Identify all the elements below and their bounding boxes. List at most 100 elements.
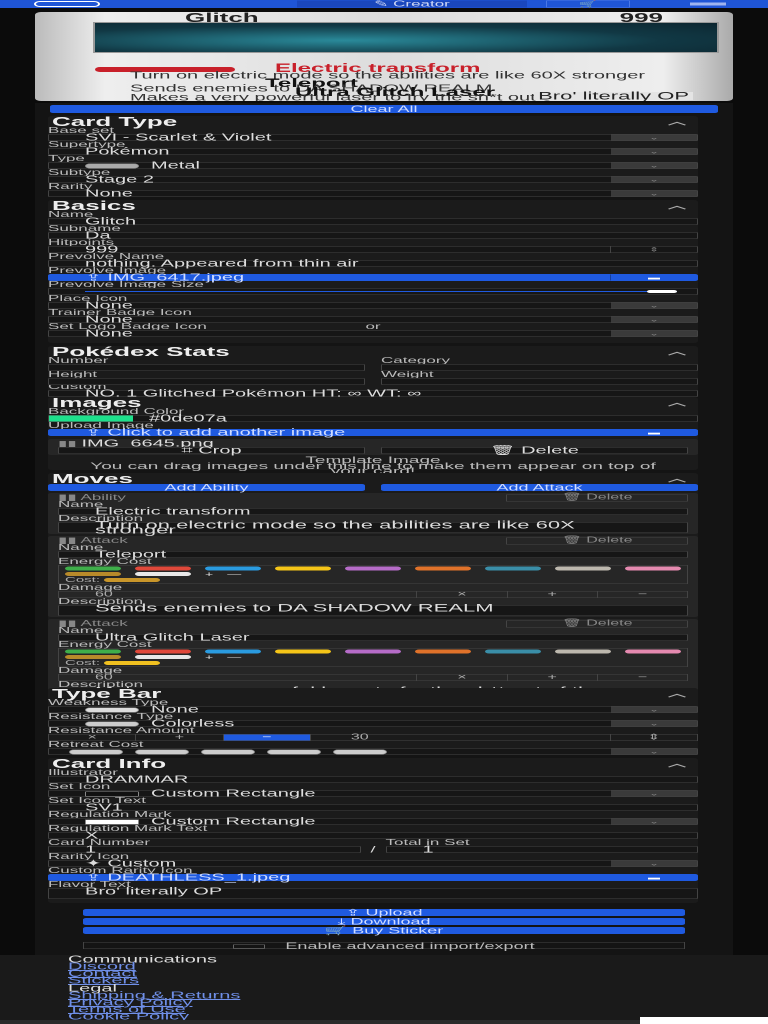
type-select[interactable]: Metal ⌄ xyxy=(48,161,698,171)
supertype-select[interactable]: Pokémon ⌄ xyxy=(48,147,698,157)
base-set-select[interactable]: SVI - Scarlet & Violet ⌄ xyxy=(48,133,698,143)
prevolve-size-slider[interactable] xyxy=(48,288,698,295)
upload-button[interactable]: ⇪ Upload xyxy=(83,908,685,917)
chevron-up-icon[interactable]: ︿ xyxy=(668,201,686,210)
chev[interactable]: ︿ xyxy=(668,689,686,698)
energy-icon[interactable] xyxy=(135,566,191,571)
chev[interactable]: ︿ xyxy=(668,398,686,407)
resistance-amount[interactable]: × + − 30 ⇕ xyxy=(48,733,698,741)
energy-icon[interactable] xyxy=(485,649,541,654)
energy-icon[interactable] xyxy=(555,649,611,654)
chevron-up-icon[interactable]: ︿ xyxy=(668,117,686,126)
drag-handle-icon[interactable]: ▮▮ xyxy=(58,493,81,503)
advanced-toggle[interactable]: Enable advanced import/export xyxy=(83,942,685,951)
energy-icon[interactable] xyxy=(415,566,471,571)
upload-image-button[interactable]: ⇪ Click to add another image ▬ xyxy=(48,428,698,438)
prevolve-image-upload[interactable]: ⇪ IMG_6417.jpeg ▬ xyxy=(48,273,698,283)
move-name-input[interactable]: Ultra Glitch Laser xyxy=(58,633,688,643)
regulation-mark-select[interactable]: Custom Rectangle ⌄ xyxy=(48,817,698,827)
type-bar-amount-ops-2[interactable]: − xyxy=(222,733,310,741)
move-description-input[interactable]: Turn on electric mode so the abilities a… xyxy=(58,519,688,535)
delete-move-button[interactable]: 🗑 Delete xyxy=(506,493,688,502)
cost-energy-icon[interactable] xyxy=(104,578,161,582)
footer-link[interactable]: Cookie Policy xyxy=(68,1012,240,1022)
delete-image-button[interactable]: 🗑 Delete xyxy=(381,446,688,456)
custom-rarity-upload[interactable]: ⇪ DEATHLESS_1.jpeg ▬ xyxy=(48,873,698,883)
category-input[interactable] xyxy=(381,364,698,371)
resistance-select[interactable]: Colorless ⌄ xyxy=(48,719,698,729)
privacy-badge[interactable] xyxy=(640,1017,768,1024)
set-badge-select[interactable]: None ⌄ xyxy=(48,329,698,339)
chev[interactable]: ︿ xyxy=(668,759,686,768)
total-in-set-input[interactable]: 1 xyxy=(385,845,699,855)
weakness-select[interactable]: None ⌄ xyxy=(48,705,698,715)
energy-icon[interactable] xyxy=(415,649,471,654)
move-description-input[interactable]: Sends enemies to DA SHADOW REALM xyxy=(58,602,688,616)
download-button[interactable]: ⤓ Download xyxy=(83,917,685,926)
add-energy-icon[interactable]: + xyxy=(205,571,213,578)
moves-dmg-ops-1[interactable]: + xyxy=(506,673,597,681)
energy-icon[interactable] xyxy=(345,566,401,571)
trainer-badge-select[interactable]: None ⌄ xyxy=(48,315,698,325)
energy-icon[interactable] xyxy=(135,572,191,576)
energy-icon[interactable] xyxy=(625,566,681,571)
weight-input[interactable] xyxy=(381,378,698,385)
energy-icon[interactable] xyxy=(345,649,401,654)
move-name-input[interactable]: Teleport xyxy=(58,550,688,560)
damage-input[interactable]: 60 × + − xyxy=(58,673,688,681)
chev[interactable]: ︿ xyxy=(668,347,686,356)
add-energy-icon[interactable]: + xyxy=(205,654,213,661)
moves-dmg-ops-2[interactable]: − xyxy=(596,590,687,598)
subname-input[interactable]: Da xyxy=(48,231,698,241)
delete-move-button[interactable]: 🗑 Delete xyxy=(506,619,688,628)
set-icon-text-input[interactable]: SV1 xyxy=(48,803,698,813)
illustrator-input[interactable]: DRAMMAR xyxy=(48,775,698,785)
type-bar-amount-ops-1[interactable]: + xyxy=(135,733,222,741)
moves-dmg-ops-1[interactable]: + xyxy=(506,590,597,598)
add-attack-button[interactable]: Add Attack xyxy=(381,483,698,492)
flavor-text-input[interactable]: Bro' literally OP xyxy=(48,887,698,899)
number-input[interactable] xyxy=(48,364,365,371)
moves-dmg-ops-2[interactable]: − xyxy=(596,673,687,681)
name-input[interactable]: Glitch xyxy=(48,217,698,227)
nav-creator[interactable]: ✎ Creator xyxy=(297,0,527,8)
energy-icon[interactable] xyxy=(625,649,681,654)
height-input[interactable] xyxy=(48,378,365,385)
energy-icon[interactable] xyxy=(65,566,121,571)
energy-icon[interactable] xyxy=(275,566,331,571)
card-number-input[interactable]: 1 xyxy=(48,845,361,855)
moves-dmg-ops-0[interactable]: × xyxy=(416,590,506,598)
logo[interactable] xyxy=(34,1,100,7)
energy-icon[interactable] xyxy=(555,566,611,571)
regulation-mark-text-input[interactable]: X xyxy=(48,831,698,841)
prevolve-name-input[interactable]: nothing. Appeared from thin air xyxy=(48,259,698,269)
rarity-select[interactable]: None ⌄ xyxy=(48,189,698,199)
drag-handle-icon[interactable]: ▮▮ xyxy=(58,619,81,629)
menu-icon[interactable] xyxy=(690,2,726,6)
subtype-select[interactable]: Stage 2 ⌄ xyxy=(48,175,698,185)
move-name-input[interactable]: Electric transform xyxy=(58,507,688,517)
energy-icon[interactable] xyxy=(485,566,541,571)
set-icon-select[interactable]: Custom Rectangle ⌄ xyxy=(48,789,698,799)
cost-energy-icon[interactable] xyxy=(104,661,161,665)
energy-icon[interactable] xyxy=(135,655,191,659)
chev[interactable]: ︿ xyxy=(668,474,686,483)
energy-icon[interactable] xyxy=(65,649,121,654)
drag-handle-icon[interactable]: ▮▮ xyxy=(58,536,81,546)
clear-all-button[interactable]: Clear All xyxy=(50,105,718,114)
crop-button[interactable]: ⌗ Crop xyxy=(58,446,365,456)
place-icon-select[interactable]: None ⌄ xyxy=(48,301,698,311)
energy-icon[interactable] xyxy=(275,649,331,654)
custom-stats-input[interactable]: NO. 1 Glitched Pokémon HT: ∞ WT: ∞ xyxy=(48,389,698,399)
remove-energy-icon[interactable]: — xyxy=(227,571,241,578)
cart-icon[interactable]: 🛒 xyxy=(546,0,630,8)
moves-dmg-ops-0[interactable]: × xyxy=(416,673,506,681)
background-color-input[interactable]: #0de07a xyxy=(48,414,698,424)
delete-move-button[interactable]: 🗑 Delete xyxy=(506,536,688,545)
retreat-cost-select[interactable]: ⌄ xyxy=(48,748,698,755)
energy-icon[interactable] xyxy=(135,649,191,654)
buy-sticker-button[interactable]: 🛒 Buy Sticker xyxy=(83,926,685,935)
hitpoints-input[interactable]: 999 ⇕ xyxy=(48,245,698,255)
damage-input[interactable]: 60 × + − xyxy=(58,590,688,598)
remove-energy-icon[interactable]: — xyxy=(227,654,241,661)
